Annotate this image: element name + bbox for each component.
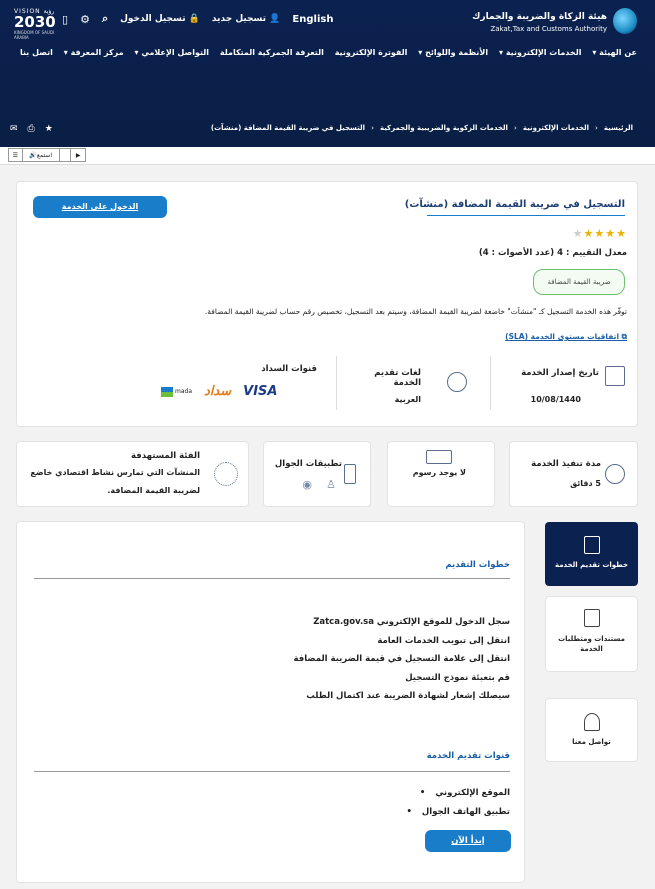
chevron-left-icon: ‹ [595,124,598,132]
group-icon [214,462,238,486]
email-icon[interactable]: ✉ [10,124,18,134]
divider [490,356,491,410]
apple-icon[interactable]: ◉ [302,478,312,491]
sitemap-icon[interactable]: ⚙ [80,13,90,26]
org-name-ar: هيئة الزكاة والضريبة والجمارك [472,12,607,22]
vision-2030-logo: VISION رؤية 2030 KINGDOM OF SAUDI ARABIA [14,8,56,40]
support-agent-icon [583,713,600,731]
sadad-logo: سداد [204,384,232,399]
menu-icon[interactable]: ☰ [9,149,23,161]
register-link[interactable]: 👤 تسجيل جديد [212,14,280,24]
languages-block: لغات تقديم الخدمة العربية [347,362,467,410]
channels-list: الموقع الإلكتروني تطبيق الهاتف الجوال [406,784,510,822]
rating-stars[interactable]: ★★★★★ [573,227,627,240]
list-item: الموقع الإلكتروني [406,784,510,803]
sla-link[interactable]: ⧉ اتفاقيات مستوى الخدمة (SLA) [505,332,627,342]
money-icon [426,450,452,464]
channels-title: قنوات تقديم الخدمة [426,751,510,761]
tab-contact[interactable]: تواصل معنا [545,698,638,762]
language-switch[interactable]: English [292,14,333,25]
zatca-logo[interactable]: هيئة الزكاة والضريبة والجمارك Zakat,Tax … [472,8,637,40]
page-title: التسجيل في ضريبة القيمة المضافة (منشآت) [404,199,625,210]
tab-steps[interactable]: خطوات تقديم الخدمة [545,522,638,586]
payment-logos: mada سداد VISA [161,384,277,399]
list-item: تطبيق الهاتف الجوال [406,803,510,822]
service-description: توفّر هذه الخدمة التسجيل كـ "منشآت" خاضع… [204,307,627,316]
breadcrumb-current: التسجيل في ضريبة القيمة المضافة (منشآت) [210,124,366,132]
nav-item-einvoicing[interactable]: الفوترة الإلكترونية [335,48,408,57]
steps-panel: خطوات التقديم سجل الدخول للموقع الإلكترو… [16,521,525,883]
accessibility-bar: ☰ 🔊 استمع ▶ [0,147,655,165]
visa-logo: VISA [243,384,278,399]
star-icon[interactable]: ★ [45,124,53,134]
title-underline [427,215,625,216]
calendar-icon [605,366,625,386]
duration-card: مدة تنفيذ الخدمة 5 دقائق [509,441,638,507]
nav-item-eservices[interactable]: الخدمات الإلكترونية ▾ [499,48,581,57]
start-now-button[interactable]: إبدأ الآن [425,830,511,852]
service-card: الدخول على الخدمة التسجيل في ضريبة القيم… [16,181,638,427]
org-name-en: Zakat,Tax and Customs Authority [490,25,607,33]
list-item: سجل الدخول للموقع الإلكتروني Zatca.gov.s… [313,617,510,627]
steps-title: خطوات التقديم [445,560,510,570]
mobile-apps-card: تطبيقات الجوال ♙ ◉ [263,441,371,507]
login-link[interactable]: 🔒 تسجيل الدخول [120,14,200,24]
tab-documents[interactable]: مستندات ومتطلبات الخدمة [545,596,638,672]
divider [34,771,510,772]
list-item: انتقل إلى علامة التسجيل في قيمة الضريبة … [293,654,510,664]
checklist-icon [583,609,600,627]
top-utility-bar: ▯ ⚙ ⌕ 🔒 تسجيل الدخول 👤 تسجيل جديد Englis… [62,12,333,26]
issue-date-block: تاريخ إصدار الخدمة 10/08/1440 [517,362,625,410]
mada-logo: mada [161,386,192,397]
globe-icon [447,372,467,392]
list-item: سيصلك إشعار لشهادة الضريبة عند اكتمال ال… [306,691,510,701]
clock-icon [605,464,625,484]
listen-button[interactable]: 🔊 استمع [23,149,60,161]
nav-item-tariff[interactable]: التعرفة الجمركية المتكاملة [220,48,324,57]
chevron-left-icon: ‹ [371,124,374,132]
nav-item-knowledge[interactable]: مركز المعرفة ▾ [64,48,124,57]
divider [336,356,337,410]
login-to-service-button[interactable]: الدخول على الخدمة [33,196,167,218]
nav-item-media[interactable]: التواصل الإعلامي ▾ [135,48,210,57]
steps-list: سجل الدخول للموقع الإلكتروني Zatca.gov.s… [293,613,510,706]
mobile-icon[interactable]: ▯ [62,13,68,26]
breadcrumb-zakat-services[interactable]: الخدمات الزكوية والضريبية والجمركية [380,124,508,132]
search-icon[interactable]: ⌕ [102,12,108,26]
page-actions: ★ ⎙ ✉ [10,124,53,134]
fees-card: لا يوجد رسوم [387,441,495,507]
chevron-left-icon: ‹ [513,124,517,132]
read-speaker-widget: ☰ 🔊 استمع ▶ [8,148,86,162]
nav-item-contact[interactable]: اتصل بنا [20,48,53,57]
rating-summary: معدل التقييم : 4 (عدد الأصوات : 4) [478,248,627,258]
zatca-logo-mark [613,8,637,34]
target-audience-card: الفئة المستهدفة المنشآت التي تمارس نشاط … [16,441,249,507]
category-tag[interactable]: ضريبة القيمة المضافة [533,269,625,295]
nav-item-regulations[interactable]: الأنظمة واللوائح ▾ [418,48,488,57]
list-item: انتقل إلى تبويب الخدمات العامة [377,635,510,646]
divider [34,578,510,579]
breadcrumb: الرئيسية ‹ الخدمات الإلكترونية ‹ الخدمات… [211,124,633,132]
breadcrumb-eservices[interactable]: الخدمات الإلكترونية [523,124,589,132]
breadcrumb-home[interactable]: الرئيسية [604,124,633,132]
list-item: قم بتعبئة نموذج التسجيل [405,672,510,683]
divider [60,149,72,161]
document-icon [583,536,600,554]
site-header: هيئة الزكاة والضريبة والجمارك Zakat,Tax … [0,0,655,147]
play-icon[interactable]: ▶ [71,149,85,161]
main-nav: عن الهيئة ▾ الخدمات الإلكترونية ▾ الأنظم… [20,48,637,57]
print-icon[interactable]: ⎙ [28,124,35,134]
phone-icon [344,464,356,484]
android-icon[interactable]: ♙ [326,478,336,491]
nav-item-about[interactable]: عن الهيئة ▾ [592,48,637,57]
